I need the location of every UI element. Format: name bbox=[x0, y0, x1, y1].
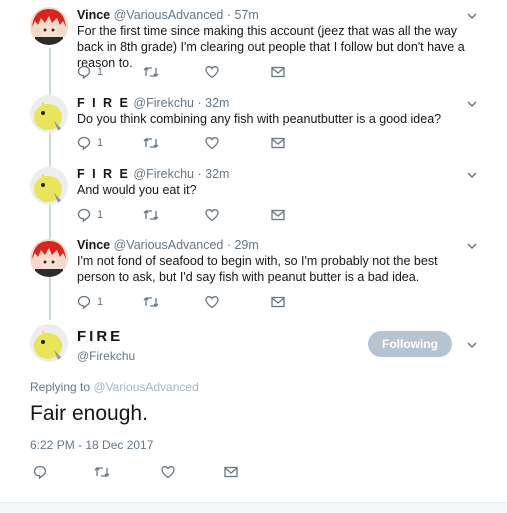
message-button[interactable] bbox=[224, 464, 238, 480]
reply-count: 1 bbox=[97, 137, 104, 149]
like-icon bbox=[205, 209, 219, 222]
timestamp[interactable]: · 57m bbox=[227, 8, 259, 22]
message-icon bbox=[224, 466, 238, 478]
tweet-header: Vince @VariousAdvanced · 29m bbox=[77, 238, 259, 252]
chevron-down-icon[interactable] bbox=[465, 168, 479, 182]
tweet-text: And would you eat it? bbox=[77, 183, 197, 197]
reply-count: 1 bbox=[97, 296, 104, 308]
main-tweet-text: Fair enough. bbox=[30, 402, 148, 425]
reply-count: 1 bbox=[97, 66, 104, 78]
footer-divider bbox=[0, 502, 507, 513]
retweet-icon bbox=[143, 297, 159, 307]
message-button[interactable] bbox=[271, 64, 285, 80]
reply-icon bbox=[77, 136, 91, 150]
main-user-handle[interactable]: @Firekchu bbox=[77, 349, 135, 363]
message-icon bbox=[271, 66, 285, 78]
message-icon bbox=[271, 209, 285, 221]
like-button[interactable] bbox=[205, 207, 219, 223]
retweet-icon bbox=[143, 138, 159, 148]
like-icon bbox=[161, 466, 175, 479]
reply-icon bbox=[77, 208, 91, 222]
like-icon bbox=[205, 296, 219, 309]
tweet-header: F I R E @Firekchu · 32m bbox=[77, 167, 229, 181]
reply-button[interactable] bbox=[33, 464, 47, 480]
retweet-icon bbox=[94, 467, 110, 477]
user-handle[interactable]: @Firekchu bbox=[133, 167, 194, 181]
display-name[interactable]: Vince bbox=[77, 238, 110, 252]
avatar-fire[interactable] bbox=[30, 167, 68, 205]
reply-count: 1 bbox=[97, 209, 104, 221]
like-button[interactable] bbox=[205, 64, 219, 80]
retweet-icon bbox=[143, 210, 159, 220]
like-icon bbox=[205, 66, 219, 79]
tweet-datetime[interactable]: 6:22 PM - 18 Dec 2017 bbox=[30, 438, 153, 452]
timestamp[interactable]: · 29m bbox=[227, 238, 259, 252]
tweet-header: Vince @VariousAdvanced · 57m bbox=[77, 8, 259, 22]
reply-icon bbox=[33, 465, 47, 479]
thread-tweet[interactable]: F I R E @Firekchu · 32m Do you think com… bbox=[0, 90, 507, 162]
reply-icon bbox=[77, 295, 91, 309]
retweet-button[interactable] bbox=[143, 294, 159, 310]
chevron-down-icon[interactable] bbox=[465, 239, 479, 253]
avatar-fire[interactable] bbox=[30, 95, 68, 133]
tweet-header: F I R E @Firekchu · 32m bbox=[77, 96, 229, 110]
retweet-button[interactable] bbox=[143, 207, 159, 223]
chevron-down-icon[interactable] bbox=[465, 338, 479, 352]
thread-tweet[interactable]: F I R E @Firekchu · 32m And would you ea… bbox=[0, 162, 507, 234]
message-button[interactable] bbox=[271, 135, 285, 151]
timestamp[interactable]: · 32m bbox=[198, 167, 230, 181]
like-icon bbox=[205, 137, 219, 150]
thread-tweet[interactable]: Vince @VariousAdvanced · 29m I'm not fon… bbox=[0, 234, 507, 320]
retweet-button[interactable] bbox=[143, 135, 159, 151]
avatar-vince[interactable] bbox=[30, 239, 68, 277]
like-button[interactable] bbox=[205, 135, 219, 151]
tweet-text: Do you think combining any fish with pea… bbox=[77, 112, 442, 126]
display-name[interactable]: F I R E bbox=[77, 167, 130, 181]
avatar-vince[interactable] bbox=[30, 7, 68, 45]
message-icon bbox=[271, 137, 285, 149]
retweet-button[interactable] bbox=[143, 64, 159, 80]
following-button[interactable]: Following bbox=[368, 331, 452, 357]
retweet-button[interactable] bbox=[94, 464, 110, 480]
thread-tweet[interactable]: Vince @VariousAdvanced · 57m For the fir… bbox=[0, 0, 507, 90]
reply-button[interactable]: 1 bbox=[77, 64, 103, 80]
retweet-icon bbox=[143, 67, 159, 77]
like-button[interactable] bbox=[205, 294, 219, 310]
replying-prefix: Replying to bbox=[30, 380, 91, 394]
reply-button[interactable]: 1 bbox=[77, 294, 103, 310]
message-button[interactable] bbox=[271, 294, 285, 310]
user-handle[interactable]: @VariousAdvanced bbox=[114, 238, 224, 252]
like-button[interactable] bbox=[161, 464, 175, 480]
main-display-name[interactable]: FIRE bbox=[77, 328, 123, 345]
user-handle[interactable]: @Firekchu bbox=[133, 96, 194, 110]
user-handle[interactable]: @VariousAdvanced bbox=[114, 8, 224, 22]
reply-icon bbox=[77, 65, 91, 79]
reply-button[interactable]: 1 bbox=[77, 135, 103, 151]
reply-button[interactable]: 1 bbox=[77, 207, 103, 223]
avatar-fire[interactable] bbox=[30, 324, 68, 362]
timestamp[interactable]: · 32m bbox=[198, 96, 230, 110]
chevron-down-icon[interactable] bbox=[465, 9, 479, 23]
tweet-text: I'm not fond of seafood to begin with, s… bbox=[77, 254, 438, 284]
replying-to-link[interactable]: @VariousAdvanced bbox=[93, 380, 198, 394]
display-name[interactable]: Vince bbox=[77, 8, 110, 22]
message-icon bbox=[271, 296, 285, 308]
replying-to: Replying to @VariousAdvanced bbox=[30, 380, 199, 394]
chevron-down-icon[interactable] bbox=[465, 97, 479, 111]
display-name[interactable]: F I R E bbox=[77, 96, 130, 110]
message-button[interactable] bbox=[271, 207, 285, 223]
